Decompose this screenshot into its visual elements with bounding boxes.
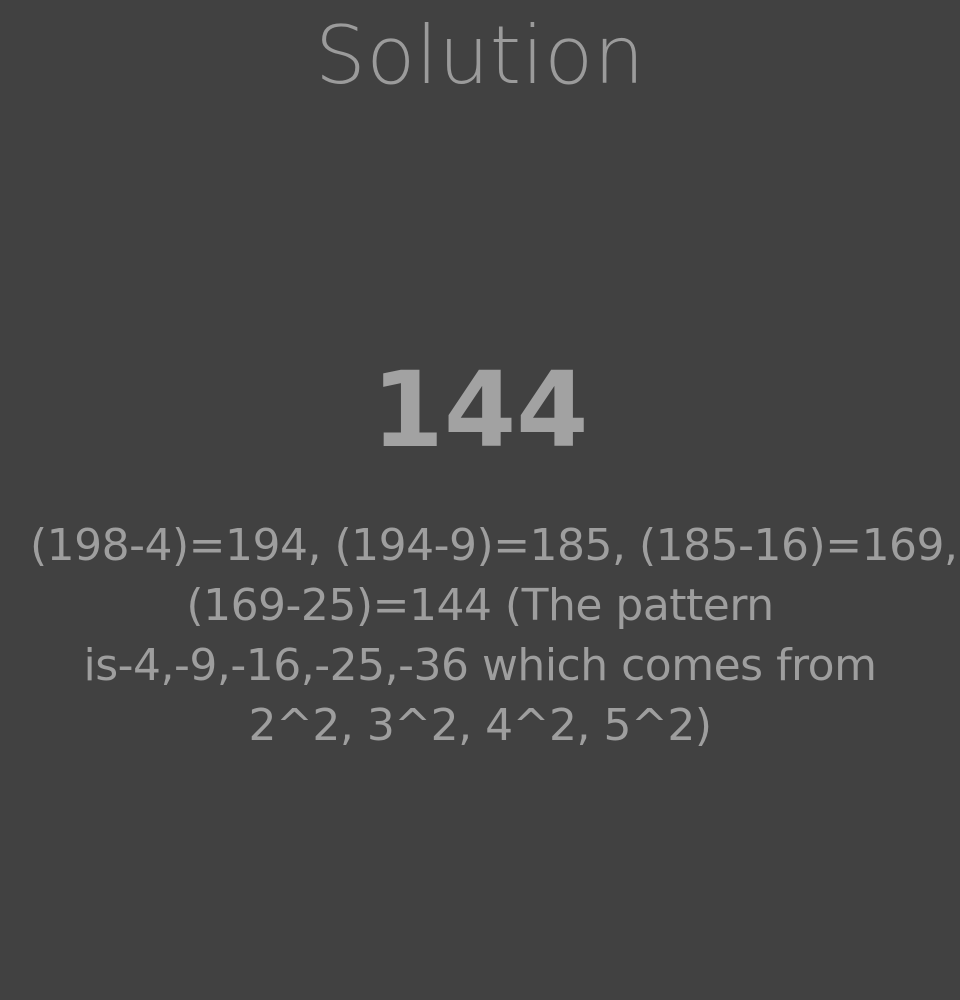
solution-screen: Solution 144 (198-4)=194, (194-9)=185, (… [0,0,960,1000]
explanation-line: is-4,-9,-16,-25,-36 which comes from [83,640,877,691]
explanation-line: 2^2, 3^2, 4^2, 5^2) [248,700,712,751]
explanation-line: (169-25)=144 (The pattern [186,580,774,631]
page-title: Solution [315,9,645,102]
solution-answer: 144 [371,349,589,471]
explanation-line: (198-4)=194, (194-9)=185, (185-16)=169, [30,520,958,571]
solution-explanation: (198-4)=194, (194-9)=185, (185-16)=169, … [30,516,958,756]
